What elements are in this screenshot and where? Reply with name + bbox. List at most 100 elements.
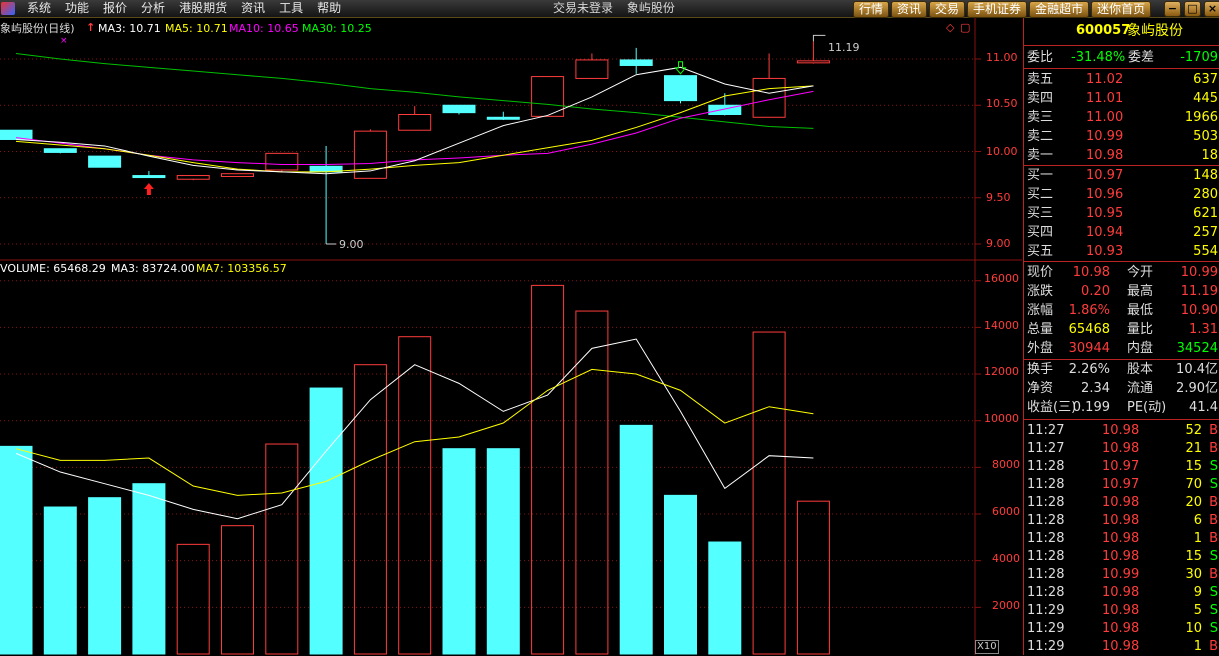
ask-row[interactable]: 卖一 10.98 18 bbox=[1024, 146, 1219, 165]
bid-price: 10.93 bbox=[1086, 244, 1124, 259]
ma30-label: MA30: 10.25 bbox=[302, 22, 372, 35]
trade-row[interactable]: 11:29 10.98 10 S bbox=[1024, 619, 1219, 638]
diamond-icon[interactable]: ◇ bbox=[946, 21, 954, 35]
trade-volume: 9 bbox=[1193, 585, 1202, 600]
stat-row[interactable]: 涨跌 0.20 最高 11.19 bbox=[1024, 282, 1219, 301]
chart-area[interactable]: 象屿股份(日线) × ↑ MA3: 10.71 MA5: 10.71 MA10:… bbox=[0, 18, 1022, 655]
stat-row[interactable]: 现价 10.98 今开 10.99 bbox=[1024, 263, 1219, 282]
trade-row[interactable]: 11:28 10.98 20 B bbox=[1024, 493, 1219, 512]
volume-bar bbox=[132, 483, 166, 655]
trade-time: 11:27 bbox=[1027, 423, 1065, 438]
bid-row[interactable]: 买二 10.96 280 bbox=[1024, 185, 1219, 204]
menu-item-system[interactable]: 系统 bbox=[20, 0, 58, 17]
trade-side: B bbox=[1209, 423, 1218, 438]
quotes-button[interactable]: 行情 bbox=[853, 1, 890, 18]
trade-row[interactable]: 11:27 10.98 21 B bbox=[1024, 439, 1219, 458]
trade-volume: 6 bbox=[1193, 513, 1202, 528]
weibi-row: 委比 -31.48% 委差 -1709 bbox=[1024, 48, 1219, 67]
stat-row[interactable]: 换手 2.26% 股本 10.4亿 bbox=[1024, 360, 1219, 379]
trade-row[interactable]: 11:29 10.98 5 S bbox=[1024, 601, 1219, 620]
finance-market-button[interactable]: 金融超市 bbox=[1029, 1, 1090, 18]
bid-row[interactable]: 买四 10.94 257 bbox=[1024, 223, 1219, 242]
volume-bar bbox=[796, 500, 830, 655]
menu-item-tools[interactable]: 工具 bbox=[272, 0, 310, 17]
trade-row[interactable]: 11:29 10.98 1 B bbox=[1024, 637, 1219, 656]
menu-item-analysis[interactable]: 分析 bbox=[134, 0, 172, 17]
ask-volume: 18 bbox=[1201, 148, 1218, 163]
bid-row[interactable]: 买五 10.93 554 bbox=[1024, 242, 1219, 261]
trade-price: 10.98 bbox=[1102, 513, 1140, 528]
stat-row[interactable]: 收益(三) 0.199 PE(动) 41.4 bbox=[1024, 398, 1219, 417]
chart-canvas[interactable] bbox=[0, 18, 1022, 655]
menu-item-function[interactable]: 功能 bbox=[58, 0, 96, 17]
stat-label: 量比 bbox=[1127, 322, 1154, 337]
menu-item-news[interactable]: 资讯 bbox=[234, 0, 272, 17]
minimize-icon[interactable]: − bbox=[1164, 1, 1181, 17]
trade-time: 11:28 bbox=[1027, 567, 1065, 582]
bid-row[interactable]: 买一 10.97 148 bbox=[1024, 166, 1219, 185]
volume-bar bbox=[398, 336, 432, 655]
y-tick-10: 10.00 bbox=[986, 145, 1018, 158]
trade-row[interactable]: 11:28 10.97 15 S bbox=[1024, 457, 1219, 476]
mini-home-button[interactable]: 迷你首页 bbox=[1091, 1, 1152, 18]
trade-time: 11:28 bbox=[1027, 459, 1065, 474]
trade-price: 10.98 bbox=[1102, 441, 1140, 456]
window-stock-title: 象屿股份 bbox=[626, 1, 675, 15]
stat-value: 10.90 bbox=[1180, 303, 1218, 318]
y-tick-10-5: 10.50 bbox=[986, 97, 1018, 110]
trade-price: 10.98 bbox=[1102, 423, 1140, 438]
y-tick-11: 11.00 bbox=[986, 51, 1018, 64]
trade-row[interactable]: 11:27 10.98 52 B bbox=[1024, 421, 1219, 440]
stock-header: 600057 象屿股份 bbox=[1024, 20, 1219, 42]
stat-label: 现价 bbox=[1027, 265, 1054, 280]
ask-row[interactable]: 卖三 11.00 1966 bbox=[1024, 108, 1219, 127]
trade-row[interactable]: 11:28 10.99 30 B bbox=[1024, 565, 1219, 584]
trade-row[interactable]: 11:28 10.98 9 S bbox=[1024, 583, 1219, 602]
ask-row[interactable]: 卖五 11.02 637 bbox=[1024, 70, 1219, 89]
trade-side: S bbox=[1209, 621, 1218, 636]
trade-row[interactable]: 11:28 10.98 6 B bbox=[1024, 511, 1219, 530]
up-arrow-icon: ↑ bbox=[86, 21, 96, 34]
trade-button[interactable]: 交易 bbox=[929, 1, 966, 18]
candle-body bbox=[575, 59, 609, 79]
news-button[interactable]: 资讯 bbox=[891, 1, 928, 18]
volume-ma7-line bbox=[15, 368, 814, 496]
login-status[interactable]: 交易未登录 bbox=[553, 1, 613, 15]
menu-item-hk-futures[interactable]: 港股期货 bbox=[172, 0, 234, 17]
trade-volume: 20 bbox=[1185, 495, 1202, 510]
trade-volume: 15 bbox=[1185, 549, 1202, 564]
ask-row[interactable]: 卖二 10.99 503 bbox=[1024, 127, 1219, 146]
vol-tick-8000: 8000 bbox=[992, 458, 1020, 471]
stat-row[interactable]: 外盘 30944 内盘 34524 bbox=[1024, 339, 1219, 358]
stat-row[interactable]: 涨幅 1.86% 最低 10.90 bbox=[1024, 301, 1219, 320]
trade-row[interactable]: 11:28 10.98 1 B bbox=[1024, 529, 1219, 548]
volume-bar bbox=[486, 448, 520, 655]
trade-price: 10.98 bbox=[1102, 531, 1140, 546]
expand-icon[interactable]: × bbox=[60, 34, 68, 48]
window-icon[interactable]: ▢ bbox=[960, 21, 970, 35]
trade-row[interactable]: 11:28 10.97 70 S bbox=[1024, 475, 1219, 494]
stat-row[interactable]: 总量 65468 量比 1.31 bbox=[1024, 320, 1219, 339]
trade-price: 10.98 bbox=[1102, 495, 1140, 510]
trade-price: 10.97 bbox=[1102, 459, 1140, 474]
stat-value: 0.20 bbox=[1081, 284, 1110, 299]
menu-item-help[interactable]: 帮助 bbox=[310, 0, 348, 17]
volume-bar bbox=[43, 506, 77, 655]
ask-price: 10.99 bbox=[1086, 129, 1124, 144]
mobile-securities-button[interactable]: 手机证券 bbox=[967, 1, 1028, 18]
stock-code: 600057 bbox=[1076, 23, 1131, 38]
menu-item-quote[interactable]: 报价 bbox=[96, 0, 134, 17]
trade-price: 10.98 bbox=[1102, 585, 1140, 600]
trade-row[interactable]: 11:28 10.98 15 S bbox=[1024, 547, 1219, 566]
restore-icon[interactable]: □ bbox=[1184, 1, 1201, 17]
close-icon[interactable]: × bbox=[1204, 1, 1219, 17]
stat-value: 1.31 bbox=[1189, 322, 1218, 337]
volume-bar bbox=[442, 448, 476, 655]
stat-row[interactable]: 净资 2.34 流通 2.90亿 bbox=[1024, 379, 1219, 398]
bid-row[interactable]: 买三 10.95 621 bbox=[1024, 204, 1219, 223]
ask-label: 卖四 bbox=[1027, 91, 1054, 106]
volume-bar bbox=[664, 494, 697, 655]
stat-label: 流通 bbox=[1127, 381, 1154, 396]
ask-row[interactable]: 卖四 11.01 445 bbox=[1024, 89, 1219, 108]
trade-time: 11:29 bbox=[1027, 621, 1065, 636]
